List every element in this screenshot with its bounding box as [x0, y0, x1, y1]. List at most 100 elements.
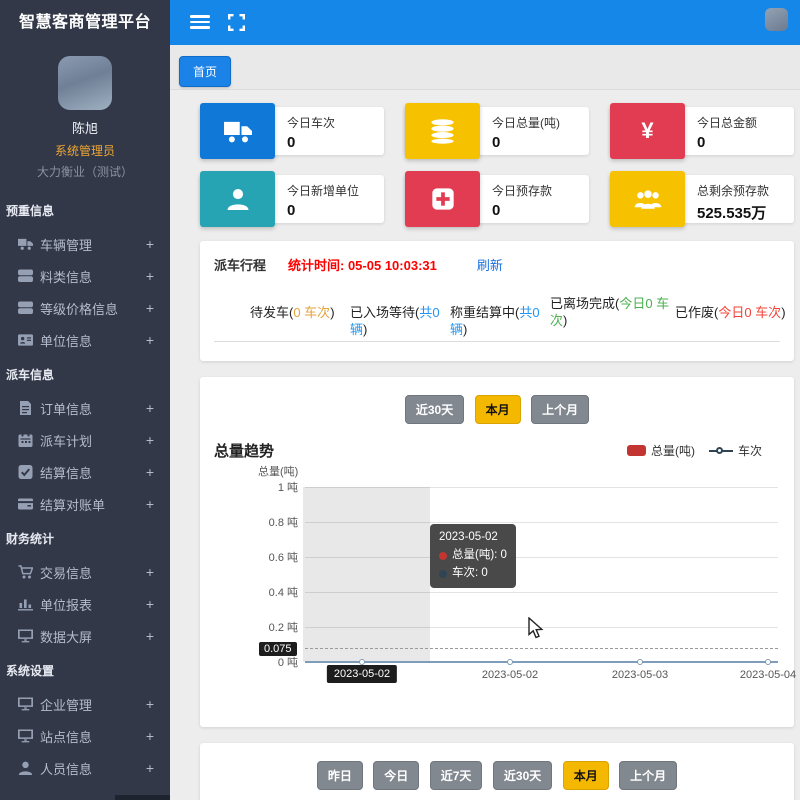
sidebar-item-order-info[interactable]: 订单信息 + — [0, 392, 170, 424]
y-tick: 0.2 吨 — [269, 619, 298, 635]
range-button-last-month[interactable]: 上个月 — [619, 761, 677, 790]
sidebar-item-label: 数据大屏 — [40, 627, 146, 646]
range-button-last-month[interactable]: 上个月 — [531, 395, 589, 424]
sidebar-item-grade-price-info[interactable]: 等级价格信息 + — [0, 292, 170, 324]
status-entered-waiting[interactable]: 已入场等待(共0辆) — [350, 304, 448, 338]
legend-item-tonnage[interactable]: 总量(吨) — [627, 442, 695, 459]
bar-legend-marker — [627, 445, 646, 456]
range-button-today[interactable]: 今日 — [373, 761, 419, 790]
file-icon — [18, 401, 40, 415]
tooltip-series-dot — [439, 552, 447, 560]
sidebar-item-personnel-info[interactable]: 人员信息 + — [0, 752, 170, 784]
range-button-30d[interactable]: 近30天 — [405, 395, 464, 424]
plus-icon: + — [146, 268, 154, 284]
plus-icon: + — [146, 464, 154, 480]
stat-value: 0 — [492, 202, 552, 219]
trend-chart-card: 近30天 本月 上个月 总量趋势 总量(吨) 车次 总量(吨) 1 吨 0.8 … — [200, 377, 794, 727]
topbar-user-avatar[interactable] — [765, 8, 788, 31]
sidebar-item-data-screen[interactable]: 数据大屏 + — [0, 620, 170, 652]
section-header-dispatch: 派车信息 — [0, 356, 170, 392]
sidebar-item-site-info[interactable]: 站点信息 + — [0, 720, 170, 752]
sidebar-item-dispatch-plan[interactable]: 派车计划 + — [0, 424, 170, 456]
stat-value: 0 — [697, 134, 757, 151]
y-tick: 1 吨 — [278, 479, 298, 495]
range-button-30d[interactable]: 近30天 — [493, 761, 552, 790]
sidebar: 智慧客商管理平台 陈旭 系统管理员 大力衡业（测试） 预重信息 车辆管理 + 料… — [0, 0, 170, 800]
sidebar-item-material-info[interactable]: 料类信息 + — [0, 260, 170, 292]
boxes-icon — [18, 269, 40, 283]
stat-label: 今日新增单位 — [287, 182, 359, 199]
fullscreen-icon[interactable] — [228, 14, 245, 36]
plus-square-icon — [405, 171, 480, 227]
trend-range-buttons: 近30天 本月 上个月 — [214, 395, 780, 424]
user-avatar[interactable] — [58, 56, 112, 110]
calendar-icon — [18, 433, 40, 447]
sidebar-item-label: 站点信息 — [40, 727, 146, 746]
tab-home[interactable]: 首页 — [179, 56, 231, 87]
truck-icon — [200, 103, 275, 159]
data-point — [637, 659, 643, 665]
sidebar-item-label: 企业管理 — [40, 695, 146, 714]
stat-value: 0 — [287, 202, 359, 219]
plus-icon: + — [146, 400, 154, 416]
section-header-finance: 财务统计 — [0, 520, 170, 556]
stat-card-today-tonnage: 今日总量(吨) 0 — [405, 107, 589, 155]
person-icon — [18, 761, 40, 775]
y-tick: 0.6 吨 — [269, 549, 298, 565]
x-tick: 2023-05-02 — [482, 669, 538, 681]
chart-tooltip: 2023-05-02 总量(吨): 0 车次: 0 — [430, 524, 516, 588]
horizontal-scrollbar-thumb[interactable] — [115, 795, 170, 800]
plus-icon: + — [146, 300, 154, 316]
stats-grid: 今日车次 0 今日总量(吨) 0 ¥ 今日总金额 0 今日新增单位 0 — [200, 107, 794, 223]
sidebar-item-unit-info[interactable]: 单位信息 + — [0, 324, 170, 356]
hamburger-menu-icon[interactable] — [190, 15, 210, 32]
users-icon — [610, 171, 685, 227]
stat-label: 今日预存款 — [492, 182, 552, 199]
range-button-this-month[interactable]: 本月 — [475, 395, 521, 424]
sidebar-item-vehicle-mgmt[interactable]: 车辆管理 + — [0, 228, 170, 260]
range-button-7d[interactable]: 近7天 — [430, 761, 483, 790]
sidebar-item-label: 订单信息 — [40, 399, 146, 418]
app-title: 智慧客商管理平台 — [0, 0, 170, 46]
reference-dashed-line — [305, 648, 778, 649]
range-button-this-month[interactable]: 本月 — [563, 761, 609, 790]
monitor-icon — [18, 629, 40, 643]
user-profile: 陈旭 系统管理员 大力衡业（测试） — [0, 46, 170, 180]
sidebar-item-label: 交易信息 — [40, 563, 146, 582]
sidebar-item-label: 单位报表 — [40, 595, 146, 614]
sidebar-item-enterprise-mgmt[interactable]: 企业管理 + — [0, 688, 170, 720]
sidebar-item-settlement-info[interactable]: 结算信息 + — [0, 456, 170, 488]
status-departed-complete[interactable]: 已离场完成(今日0 车次) — [550, 295, 672, 329]
refresh-link[interactable]: 刷新 — [477, 255, 503, 274]
plot-area: 0.075 2023-05-02 2023-05-02 2023-05-03 2… — [305, 487, 778, 662]
id-card-icon — [18, 333, 40, 347]
status-weighing-settling[interactable]: 称重结算中(共0辆) — [450, 304, 548, 338]
sidebar-item-settlement-statement[interactable]: 结算对账单 + — [0, 488, 170, 520]
dispatch-status-row: 待发车(0 车次) 已入场等待(共0辆) 称重结算中(共0辆) 已离场完成(今日… — [214, 286, 780, 342]
range-button-yesterday[interactable]: 昨日 — [317, 761, 363, 790]
database-icon — [405, 103, 480, 159]
y-axis-title: 总量(吨) — [258, 463, 298, 479]
plus-icon: + — [146, 728, 154, 744]
sidebar-item-label: 料类信息 — [40, 267, 146, 286]
sidebar-item-label: 车辆管理 — [40, 235, 146, 254]
stat-card-new-units: 今日新增单位 0 — [200, 175, 384, 223]
tooltip-series-dot — [439, 570, 447, 578]
stat-label: 总剩余预存款 — [697, 182, 769, 199]
tab-bar: 首页 — [170, 45, 800, 90]
section-header-system: 系统设置 — [0, 652, 170, 688]
series-line — [305, 661, 778, 663]
yen-icon: ¥ — [610, 103, 685, 159]
sidebar-menu: 预重信息 车辆管理 + 料类信息 + 等级价格信息 + 单位信息 + 派车信息 … — [0, 192, 170, 784]
topbar — [170, 0, 800, 45]
data-point — [507, 659, 513, 665]
monitor-icon — [18, 697, 40, 711]
status-pending-departure[interactable]: 待发车(0 车次) — [250, 304, 342, 321]
sidebar-item-transaction-info[interactable]: 交易信息 + — [0, 556, 170, 588]
sidebar-item-unit-report[interactable]: 单位报表 + — [0, 588, 170, 620]
chart-legend: 总量(吨) 车次 — [627, 442, 762, 459]
legend-item-trips[interactable]: 车次 — [709, 442, 762, 459]
axis-pointer-shadow — [303, 487, 430, 662]
status-voided[interactable]: 已作废(今日0 车次) — [675, 304, 800, 321]
bar-chart-icon — [18, 597, 40, 611]
